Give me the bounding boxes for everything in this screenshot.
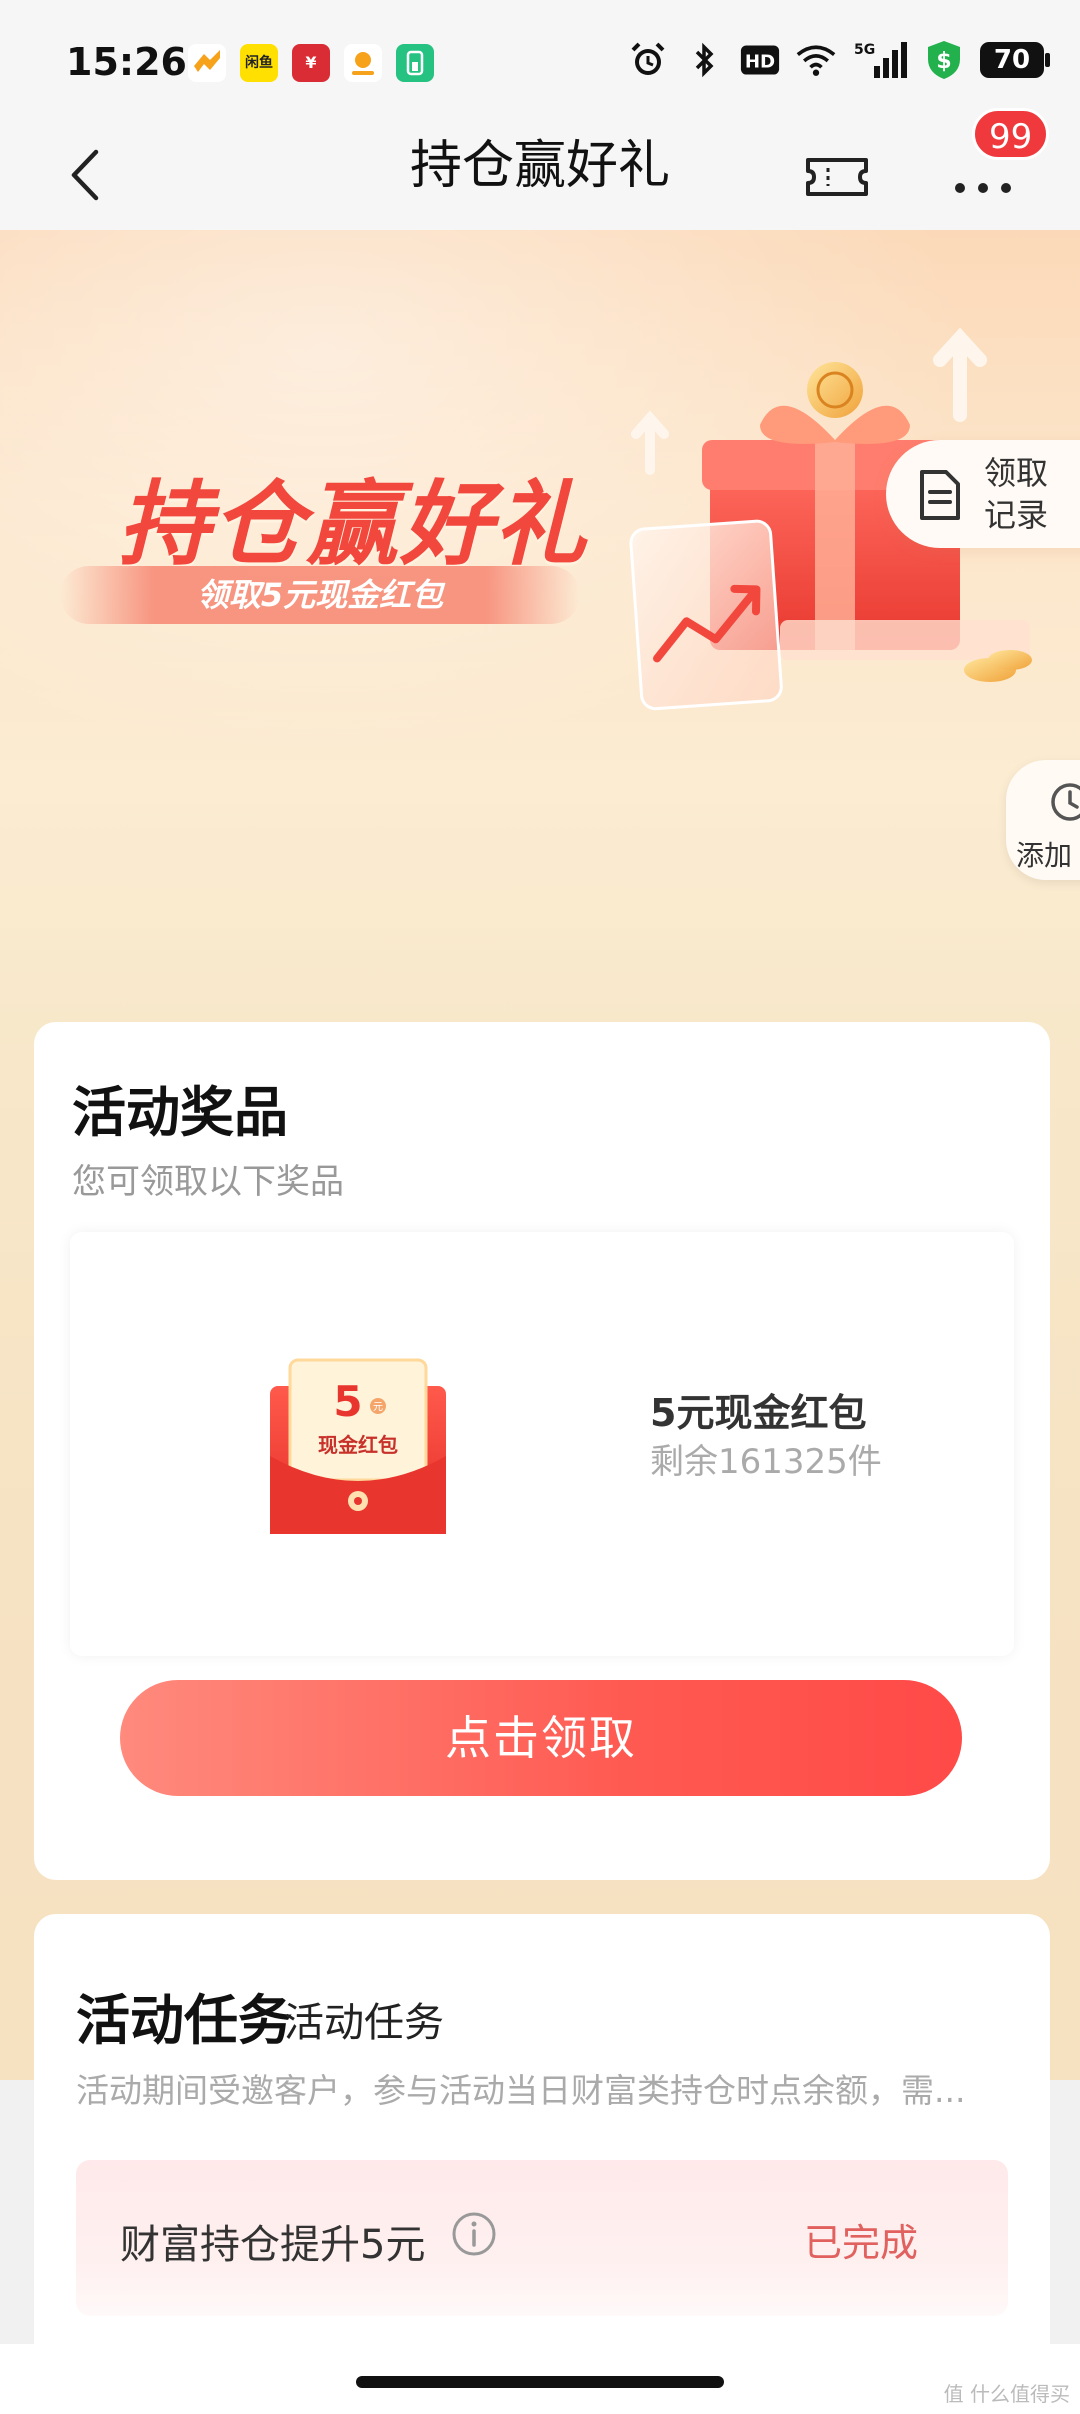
hero-subtitle: 领取5元现金红包: [196, 576, 444, 614]
svg-text:5G: 5G: [854, 42, 875, 58]
alarm-icon: [628, 40, 668, 80]
add-reminder-button[interactable]: 添加: [1006, 760, 1080, 880]
envelope-unit: 元: [373, 1402, 383, 1413]
watermark: 值 什么值得买: [943, 2382, 1070, 2406]
shield-dollar-icon: $: [924, 40, 964, 80]
claim-records-label: 领取记录: [984, 454, 1049, 534]
add-reminder-label: 添加: [1016, 839, 1073, 872]
prize-section-subtitle: 您可领取以下奖品: [72, 1162, 344, 1202]
svg-text:HD: HD: [745, 51, 775, 72]
task-section-title: 活动任务: [76, 1989, 292, 2052]
prize-section-title: 活动奖品: [72, 1081, 288, 1144]
task-section-subtitle: 活动任务: [284, 2000, 444, 2046]
home-indicator[interactable]: [356, 2376, 724, 2388]
task-description[interactable]: 活动期间受邀客户，参与活动当日财富类持仓时点余额，需...: [76, 2064, 1036, 2112]
status-app-icons: 闲鱼 ¥: [188, 44, 434, 82]
hero-title: 持仓赢好礼: [118, 471, 589, 578]
prize-item: 5 元 现金红包 5元现金红包 剩余161325件: [70, 1232, 1014, 1656]
app-orange-icon: [188, 44, 226, 82]
task-name: 财富持仓提升5元: [120, 2222, 426, 2268]
task-item: 财富持仓提升5元 已完成: [76, 2160, 1008, 2316]
document-icon: [920, 470, 960, 520]
app-yellow-icon: [344, 44, 382, 82]
envelope-amount: 5: [333, 1377, 362, 1426]
app-ecny-icon: ¥: [292, 44, 330, 82]
page-title: 持仓赢好礼: [409, 136, 670, 196]
clock-icon: [1051, 783, 1080, 821]
battery-indicator: 70: [980, 42, 1050, 78]
status-time: 15:26: [66, 40, 187, 84]
status-bar: 15:26 闲鱼 ¥ HD 5G $ 70: [0, 0, 1080, 120]
signal-5g-icon: 5G: [852, 40, 908, 80]
ticket-icon: [806, 158, 868, 196]
info-icon[interactable]: [450, 2210, 498, 2258]
notification-badge: 99: [972, 108, 1050, 160]
prize-card: 活动奖品 您可领取以下奖品 5 元 现金红包 5元现金红包 剩余161325件 …: [34, 1022, 1050, 1880]
envelope-label: 现金红包: [318, 1433, 398, 1457]
claim-records-button[interactable]: 领取记录: [886, 440, 1080, 548]
app-green-icon: [396, 44, 434, 82]
task-card: 活动任务 活动任务 活动期间受邀客户，参与活动当日财富类持仓时点余额，需... …: [34, 1914, 1050, 2344]
prize-remaining: 剩余161325件: [650, 1442, 882, 1482]
wifi-icon: [796, 40, 836, 80]
red-envelope-icon: 5 元 现金红包: [270, 1358, 446, 1534]
hd-icon: HD: [740, 40, 780, 80]
ticket-button[interactable]: [802, 142, 872, 212]
svg-text:$: $: [936, 49, 951, 74]
claim-button[interactable]: 点击领取: [120, 1680, 962, 1796]
task-status: 已完成: [803, 2221, 918, 2265]
prize-name: 5元现金红包: [650, 1391, 867, 1435]
nav-bar: 持仓赢好礼: [0, 120, 1080, 230]
app-xianyu-icon: 闲鱼: [240, 44, 278, 82]
status-indicators: HD 5G $ 70: [628, 40, 1050, 80]
bluetooth-icon: [684, 40, 724, 80]
